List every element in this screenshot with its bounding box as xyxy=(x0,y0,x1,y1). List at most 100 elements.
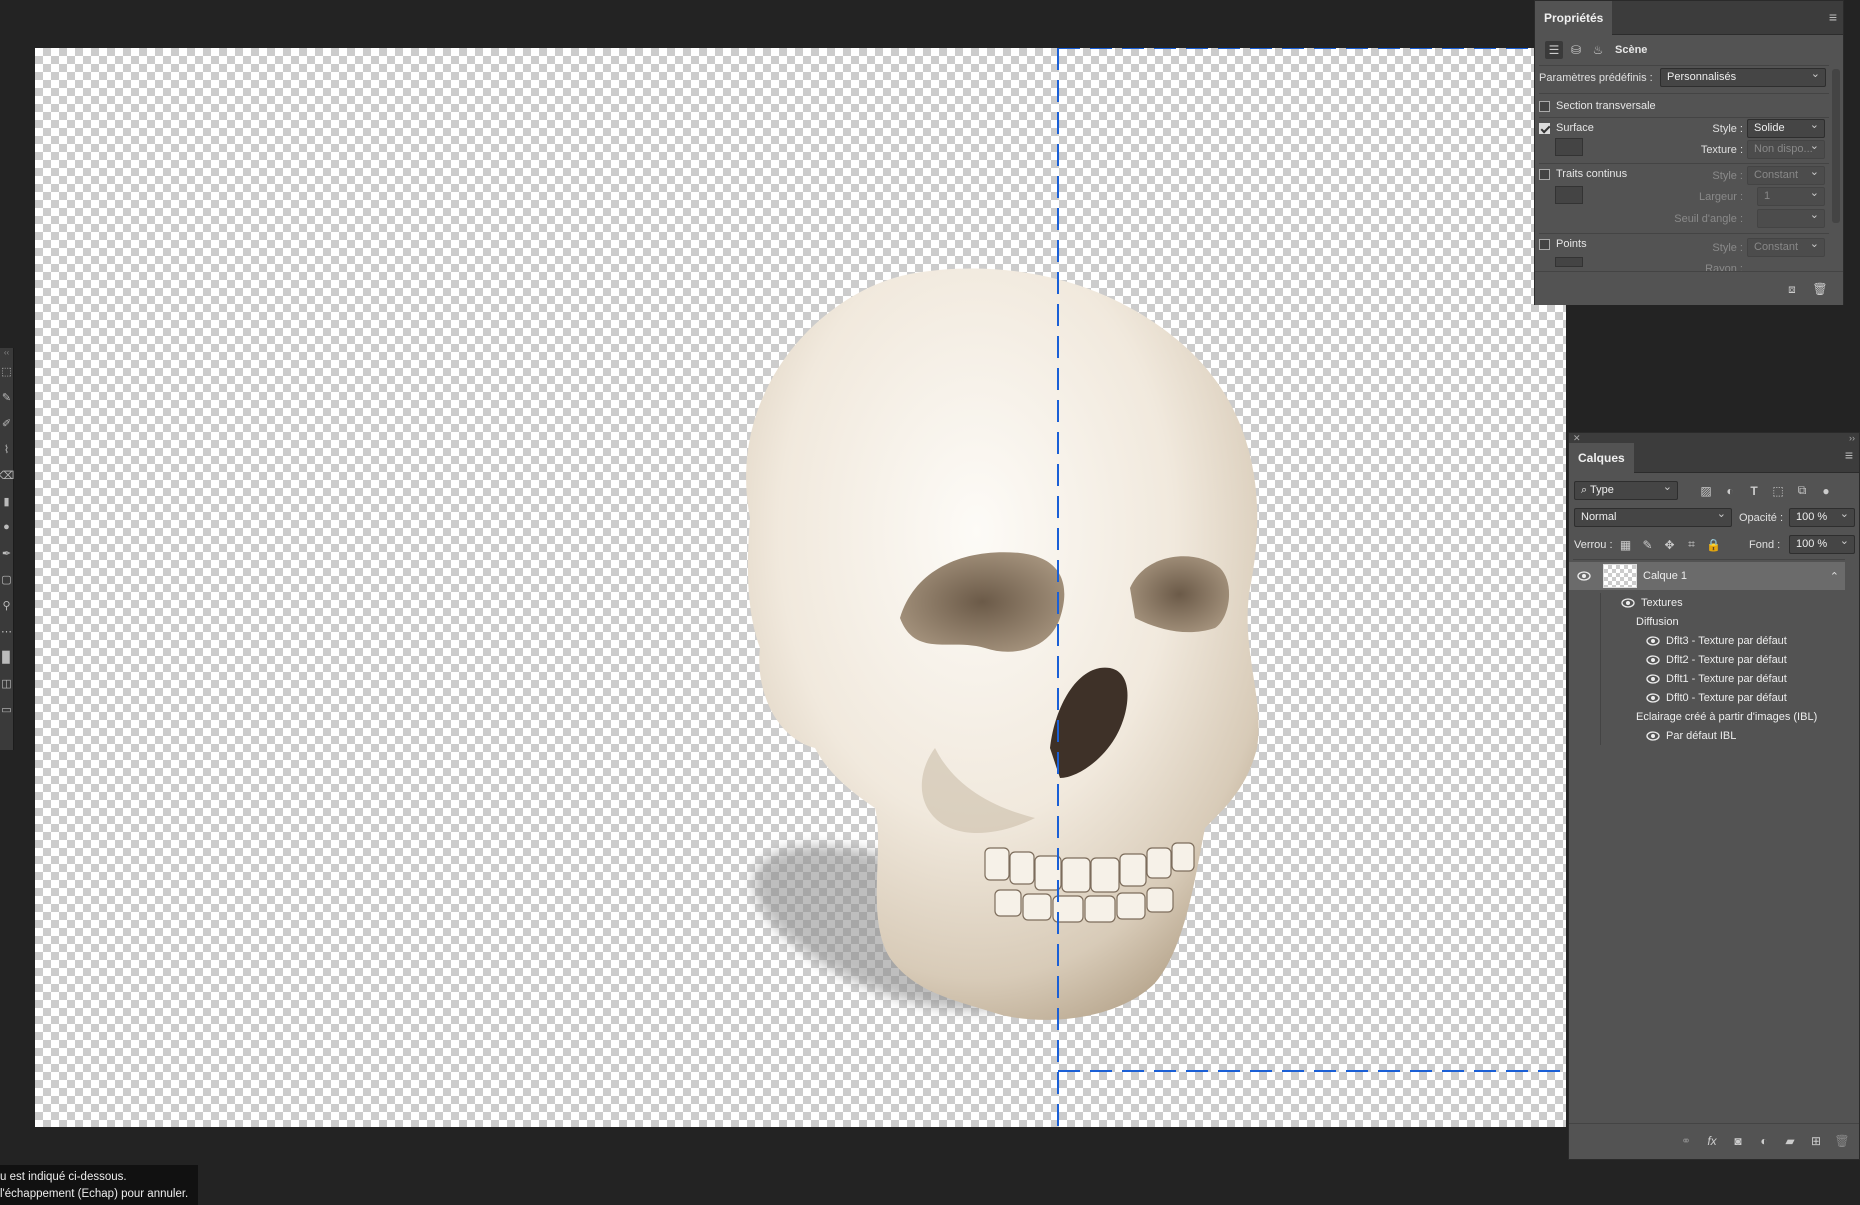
layer-name[interactable]: Calque 1 xyxy=(1643,570,1687,582)
points-style-select[interactable]: Constant xyxy=(1747,238,1825,257)
document-canvas[interactable] xyxy=(35,48,1566,1127)
texture-row[interactable]: Dflt0 - Texture par défaut xyxy=(1569,688,1845,707)
visibility-eye-icon[interactable] xyxy=(1646,635,1660,646)
divider xyxy=(1539,65,1829,66)
lock-pixels-icon[interactable]: ✎ xyxy=(1639,536,1657,554)
adjustment-icon[interactable]: ◐ xyxy=(1755,1132,1773,1150)
surface-checkbox[interactable] xyxy=(1539,122,1550,134)
diffusion-row[interactable]: Diffusion xyxy=(1569,612,1845,631)
blend-mode-select[interactable]: Normal xyxy=(1574,508,1732,527)
filter-adjust-icon[interactable]: ◐ xyxy=(1721,482,1739,500)
points-row: Points xyxy=(1539,235,1587,253)
lines-angle-field[interactable] xyxy=(1757,209,1825,228)
lines-style-label: Style : xyxy=(1712,170,1743,182)
ibl-row[interactable]: Eclairage créé à partir d'images (IBL) xyxy=(1569,707,1845,726)
surface-label: Surface xyxy=(1556,122,1594,134)
marquee-tool-icon[interactable]: ⬚ xyxy=(0,358,13,384)
visibility-eye-icon[interactable] xyxy=(1646,654,1660,665)
trash-icon[interactable]: 🗑 xyxy=(1833,1132,1851,1150)
surface-style-select[interactable]: Solide xyxy=(1747,119,1825,138)
properties-scrollbar[interactable] xyxy=(1832,69,1840,223)
lines-width-label: Largeur : xyxy=(1698,191,1743,203)
brush-tool-icon[interactable]: ✎ xyxy=(0,384,13,410)
eraser-tool-icon[interactable]: ⌫ xyxy=(0,462,14,488)
light-mode-icon[interactable]: ♨ xyxy=(1589,41,1607,59)
texture-row[interactable]: Dflt1 - Texture par défaut xyxy=(1569,669,1845,688)
points-checkbox[interactable] xyxy=(1539,238,1550,250)
opacity-field[interactable]: 100 % xyxy=(1789,508,1855,527)
surface-texture-label: Texture : xyxy=(1700,144,1743,156)
visibility-eye-icon[interactable] xyxy=(1646,730,1660,741)
fx-icon[interactable]: fx xyxy=(1703,1132,1721,1150)
panel-menu-icon[interactable]: ≡ xyxy=(1845,447,1853,463)
lines-style-select[interactable]: Constant xyxy=(1747,166,1825,185)
quick-mask-icon[interactable]: ◫ xyxy=(0,670,13,696)
mask-icon[interactable]: ◙ xyxy=(1729,1132,1747,1150)
dodge-tool-icon[interactable]: ● xyxy=(0,514,13,540)
layers-tab[interactable]: Calques xyxy=(1569,443,1634,473)
scene-label: Scène xyxy=(1615,44,1648,56)
visibility-eye-icon[interactable] xyxy=(1621,597,1635,608)
skull-3d-model[interactable] xyxy=(35,48,1566,1127)
trash-icon[interactable]: 🗑 xyxy=(1811,280,1829,298)
pen-tool-icon[interactable]: ✒ xyxy=(0,540,13,566)
presets-select[interactable]: Personnalisés xyxy=(1660,68,1826,87)
lines-width-field[interactable]: 1 xyxy=(1757,187,1825,206)
divider xyxy=(1539,163,1829,164)
gradient-tool-icon[interactable]: ▮ xyxy=(0,488,13,514)
screen-mode-icon[interactable]: ▭ xyxy=(0,696,13,722)
scene-mode-row: ☰ ⛁ ♨ Scène xyxy=(1545,39,1647,61)
lock-position-icon[interactable]: ✥ xyxy=(1661,536,1679,554)
render-icon[interactable]: ⧈ xyxy=(1783,280,1801,298)
filter-text-icon[interactable]: T xyxy=(1745,482,1763,500)
collapse-panel-icon[interactable]: ›› xyxy=(1849,433,1855,443)
lock-row: Verrou : ▦ ✎ ✥ ⌗ 🔒 xyxy=(1574,535,1723,554)
mesh-mode-icon[interactable]: ⛁ xyxy=(1567,41,1585,59)
filter-smart-icon[interactable]: ⧉ xyxy=(1793,482,1811,500)
toolbar-grip-icon[interactable]: ‹‹ xyxy=(0,348,13,358)
layer-filter-select[interactable]: ⌕ Type xyxy=(1574,481,1678,500)
lines-checkbox[interactable] xyxy=(1539,168,1550,180)
folder-icon[interactable]: ▰ xyxy=(1781,1132,1799,1150)
collapse-arrow-icon[interactable]: ⌃ xyxy=(1830,570,1839,583)
properties-tab[interactable]: Propriétés xyxy=(1535,1,1613,35)
visibility-eye-icon[interactable] xyxy=(1577,571,1591,581)
fill-field[interactable]: 100 % xyxy=(1789,535,1855,554)
cross-section-checkbox[interactable] xyxy=(1539,100,1550,112)
filter-toggle-icon[interactable]: ● xyxy=(1817,482,1835,500)
stamp-tool-icon[interactable]: ✐ xyxy=(0,410,13,436)
color-swatch-icon[interactable]: ▉ xyxy=(0,644,13,670)
properties-panel: Propriétés ≡ ☰ ⛁ ♨ Scène Paramètres préd… xyxy=(1534,0,1844,305)
texture-row[interactable]: Dflt3 - Texture par défaut xyxy=(1569,631,1845,650)
edit-toolbar-icon[interactable]: ⋯ xyxy=(0,618,13,644)
panel-menu-icon[interactable]: ≡ xyxy=(1829,9,1837,25)
lock-transparency-icon[interactable]: ▦ xyxy=(1617,536,1635,554)
history-brush-icon[interactable]: ⌇ xyxy=(0,436,13,462)
status-line-1: u est indiqué ci-dessous. xyxy=(0,1171,127,1183)
lock-artboard-icon[interactable]: ⌗ xyxy=(1683,536,1701,554)
texture-label: Dflt2 - Texture par défaut xyxy=(1666,653,1787,666)
layer-filter-value: Type xyxy=(1590,484,1614,496)
divider xyxy=(1539,233,1829,234)
texture-row[interactable]: Dflt2 - Texture par défaut xyxy=(1569,650,1845,669)
visibility-eye-icon[interactable] xyxy=(1646,692,1660,703)
texture-label: Dflt3 - Texture par défaut xyxy=(1666,634,1787,647)
filter-pixel-icon[interactable]: ▨ xyxy=(1697,482,1715,500)
filter-shape-icon[interactable]: ⬚ xyxy=(1769,482,1787,500)
points-color-swatch[interactable] xyxy=(1555,257,1583,267)
lines-color-swatch[interactable] xyxy=(1555,186,1583,204)
textures-row[interactable]: Textures xyxy=(1569,593,1845,612)
lock-all-icon[interactable]: 🔒 xyxy=(1705,536,1723,554)
layer-row[interactable]: Calque 1 ⌃ xyxy=(1569,562,1845,590)
visibility-eye-icon[interactable] xyxy=(1646,673,1660,684)
points-radius-label: Rayon : xyxy=(1705,263,1743,271)
link-layers-icon[interactable]: ⚭ xyxy=(1677,1132,1695,1150)
new-layer-icon[interactable]: ⊞ xyxy=(1807,1132,1825,1150)
surface-texture-select[interactable]: Non dispo... xyxy=(1747,140,1825,159)
zoom-tool-icon[interactable]: ⚲ xyxy=(0,592,13,618)
shape-tool-icon[interactable]: ▢ xyxy=(0,566,13,592)
ibl-default-row[interactable]: Par défaut IBL xyxy=(1569,726,1845,745)
surface-color-swatch[interactable] xyxy=(1555,138,1583,156)
lines-label: Traits continus xyxy=(1556,168,1628,180)
scene-mode-icon[interactable]: ☰ xyxy=(1545,41,1563,59)
